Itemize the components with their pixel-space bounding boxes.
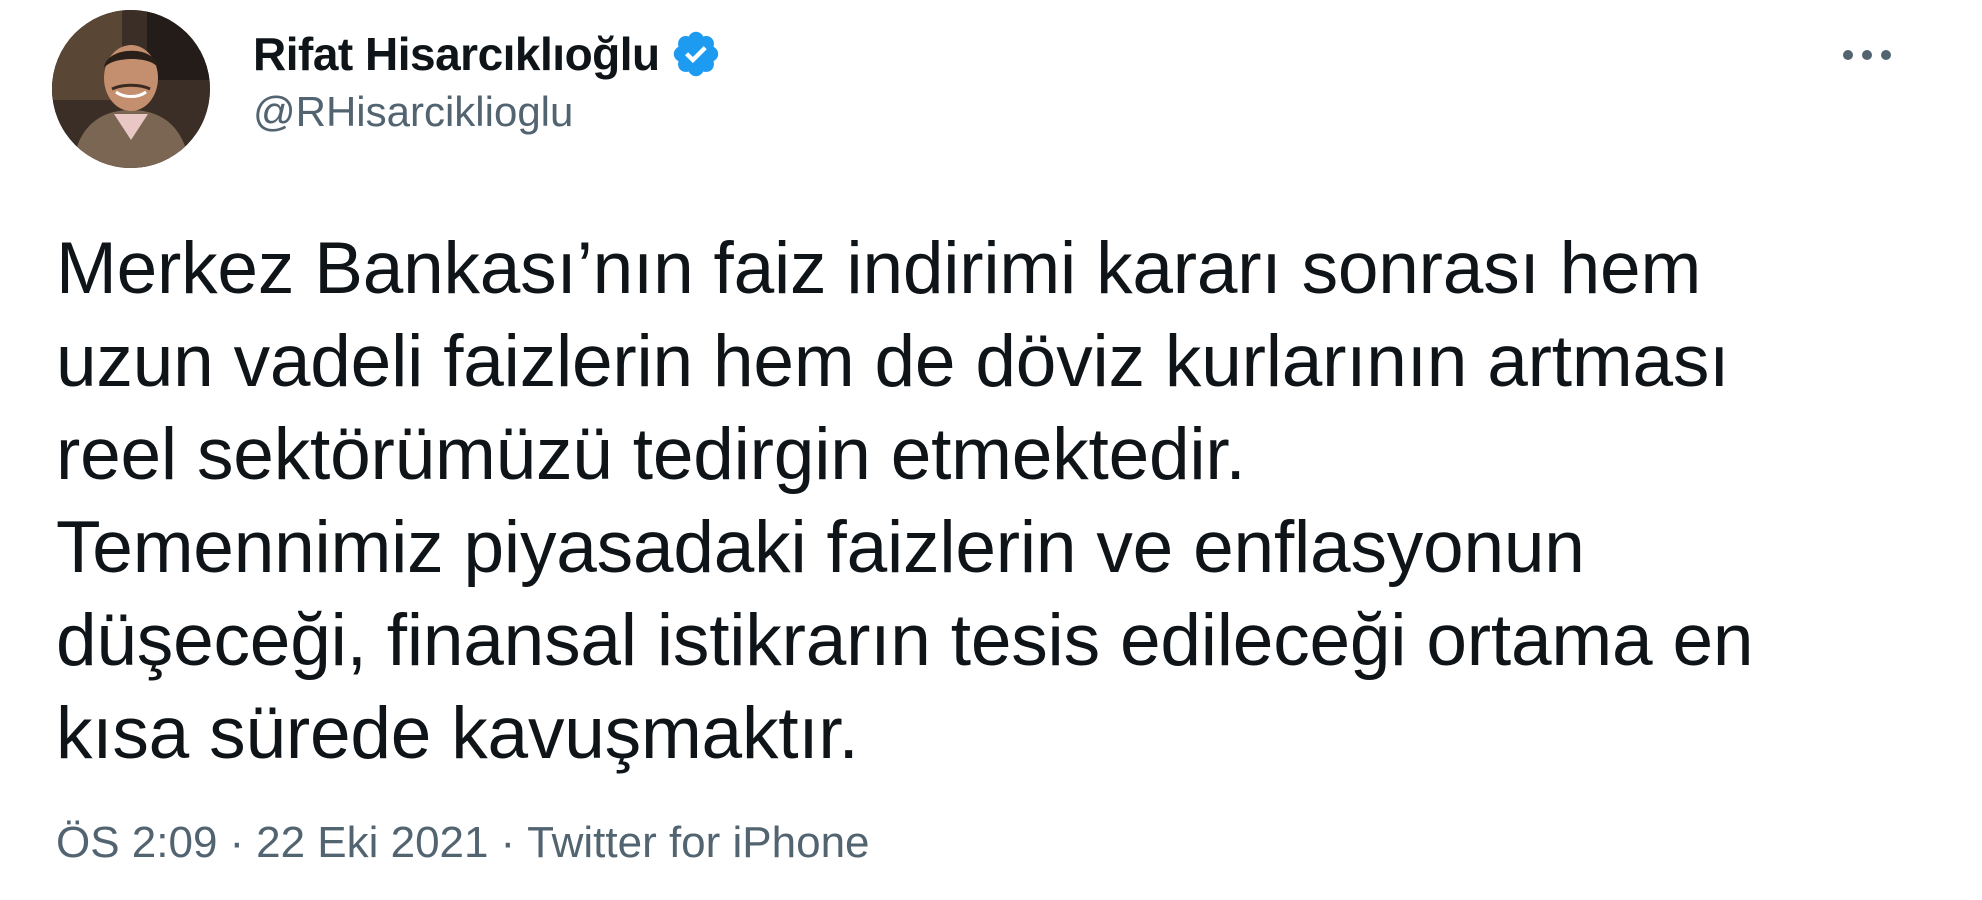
tweet-time[interactable]: ÖS 2:09 [56, 818, 217, 868]
more-options-button[interactable] [1832, 30, 1902, 80]
tweet-text-line: düşeceği, finansal istikrarın tesis edil… [56, 600, 1754, 681]
tweet-text-line: Merkez Bankası’nın faiz indirimi kararı … [56, 228, 1702, 309]
author-display-name[interactable]: Rifat Hisarcıklıoğlu [253, 27, 660, 81]
tweet-text-line: reel sektörümüzü tedirgin etmektedir. [56, 414, 1246, 495]
more-options-icon [1843, 50, 1891, 60]
tweet-text: Merkez Bankası’nın faiz indirimi kararı … [56, 222, 1876, 780]
author-handle[interactable]: @RHisarciklioglu [253, 88, 722, 136]
tweet-text-line: uzun vadeli faizlerin hem de döviz kurla… [56, 321, 1730, 402]
meta-separator: · [500, 818, 516, 867]
author-avatar[interactable] [52, 10, 210, 168]
avatar-photo [52, 10, 210, 168]
meta-separator: · [229, 818, 245, 867]
tweet-text-line: kısa sürede kavuşmaktır. [56, 693, 859, 774]
tweet-source[interactable]: Twitter for iPhone [527, 818, 869, 868]
author-block: Rifat Hisarcıklıoğlu @RHisarciklioglu [253, 22, 722, 136]
tweet-card: Rifat Hisarcıklıoğlu @RHisarciklioglu Me… [0, 0, 1982, 900]
name-row: Rifat Hisarcıklıoğlu [253, 22, 722, 86]
verified-badge-icon [670, 28, 722, 80]
tweet-text-line: Temennimiz piyasadaki faizlerin ve enfla… [56, 507, 1585, 588]
tweet-date[interactable]: 22 Eki 2021 [256, 818, 488, 868]
tweet-meta: ÖS 2:09 · 22 Eki 2021 · Twitter for iPho… [56, 818, 870, 868]
